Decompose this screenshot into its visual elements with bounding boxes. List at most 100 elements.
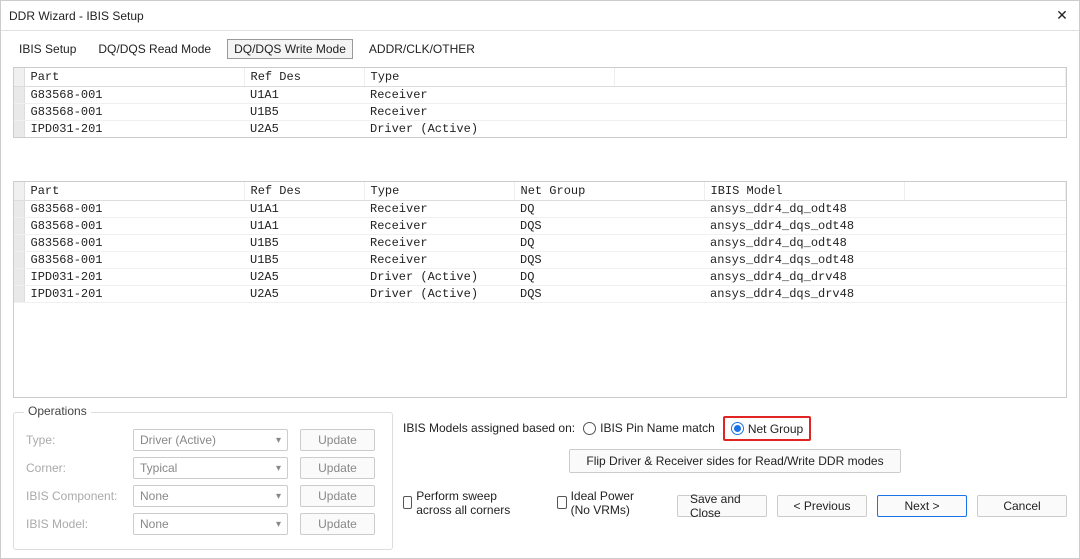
cell-netgroup: DQS <box>514 286 704 303</box>
cell-ibismodel: ansys_ddr4_dqs_odt48 <box>704 218 904 235</box>
combo-value: None <box>140 517 169 531</box>
cell-refdes: U1B5 <box>244 252 364 269</box>
cell-refdes: U2A5 <box>244 286 364 303</box>
table-row[interactable]: IPD031-201U2A5Driver (Active)DQansys_ddr… <box>14 269 1066 286</box>
col2-ibismodel[interactable]: IBIS Model <box>704 182 904 201</box>
ops-label: IBIS Component: <box>26 489 121 503</box>
col2-type[interactable]: Type <box>364 182 514 201</box>
table-row[interactable]: G83568-001U1A1Receiver <box>14 87 1066 104</box>
cancel-button[interactable]: Cancel <box>977 495 1067 517</box>
ops-combo-0[interactable]: Driver (Active) ▾ <box>133 429 288 451</box>
parts-summary-table[interactable]: Part Ref Des Type G83568-001U1A1Receiver… <box>13 67 1067 138</box>
table-row[interactable]: G83568-001U1A1ReceiverDQSansys_ddr4_dqs_… <box>14 218 1066 235</box>
operations-group: Operations Type:Driver (Active)▾UpdateCo… <box>13 412 393 550</box>
cell-ibismodel: ansys_ddr4_dqs_drv48 <box>704 286 904 303</box>
col2-part[interactable]: Part <box>24 182 244 201</box>
flip-driver-receiver-button[interactable]: Flip Driver & Receiver sides for Read/Wr… <box>569 449 900 473</box>
cell-refdes: U1A1 <box>244 87 364 104</box>
chevron-down-icon: ▾ <box>276 491 281 502</box>
operations-title: Operations <box>24 404 91 418</box>
combo-value: Driver (Active) <box>140 433 216 447</box>
cell-part: G83568-001 <box>24 252 244 269</box>
cell-type: Receiver <box>364 87 614 104</box>
cell-part: G83568-001 <box>24 104 244 121</box>
combo-value: None <box>140 489 169 503</box>
ops-label: Corner: <box>26 461 121 475</box>
tab-dqdqs-write[interactable]: DQ/DQS Write Mode <box>227 39 353 59</box>
tab-dqdqs-read[interactable]: DQ/DQS Read Mode <box>92 40 217 58</box>
tab-addr-clk-other[interactable]: ADDR/CLK/OTHER <box>363 40 481 58</box>
chevron-down-icon: ▾ <box>276 519 281 530</box>
cell-refdes: U2A5 <box>244 121 364 138</box>
cell-netgroup: DQ <box>514 269 704 286</box>
check-sweep-corners[interactable]: Perform sweep across all corners <box>403 489 533 517</box>
checkbox-icon <box>557 496 566 509</box>
table-row[interactable]: G83568-001U1B5ReceiverDQSansys_ddr4_dqs_… <box>14 252 1066 269</box>
ops-update-button-2[interactable]: Update <box>300 485 375 507</box>
cell-type: Driver (Active) <box>364 121 614 138</box>
cell-ibismodel: ansys_ddr4_dq_drv48 <box>704 269 904 286</box>
assign-label: IBIS Models assigned based on: <box>403 421 575 435</box>
cell-part: G83568-001 <box>24 218 244 235</box>
cell-type: Driver (Active) <box>364 286 514 303</box>
ops-combo-2[interactable]: None ▾ <box>133 485 288 507</box>
radio-net-group[interactable]: Net Group <box>731 422 803 436</box>
radio-dot-net <box>731 422 744 435</box>
previous-button[interactable]: < Previous <box>777 495 867 517</box>
chevron-down-icon: ▾ <box>276 463 281 474</box>
table-row[interactable]: IPD031-201U2A5Driver (Active) <box>14 121 1066 138</box>
table-row[interactable]: IPD031-201U2A5Driver (Active)DQSansys_dd… <box>14 286 1066 303</box>
combo-value: Typical <box>140 461 177 475</box>
cell-ibismodel: ansys_ddr4_dq_odt48 <box>704 235 904 252</box>
ops-update-button-0[interactable]: Update <box>300 429 375 451</box>
window-title: DDR Wizard - IBIS Setup <box>9 9 1053 23</box>
bottom-panel: Operations Type:Driver (Active)▾UpdateCo… <box>13 412 1067 550</box>
cell-netgroup: DQ <box>514 235 704 252</box>
close-icon[interactable]: ✕ <box>1053 7 1071 25</box>
col-part[interactable]: Part <box>24 68 244 87</box>
ops-update-button-1[interactable]: Update <box>300 457 375 479</box>
cell-refdes: U1A1 <box>244 218 364 235</box>
table-row[interactable]: G83568-001U1A1ReceiverDQansys_ddr4_dq_od… <box>14 201 1066 218</box>
cell-refdes: U1A1 <box>244 201 364 218</box>
col-refdes[interactable]: Ref Des <box>244 68 364 87</box>
cell-refdes: U1B5 <box>244 104 364 121</box>
cell-type: Receiver <box>364 218 514 235</box>
ops-combo-1[interactable]: Typical ▾ <box>133 457 288 479</box>
col-type[interactable]: Type <box>364 68 614 87</box>
table-row[interactable]: G83568-001U1B5ReceiverDQansys_ddr4_dq_od… <box>14 235 1066 252</box>
net-group-highlight: Net Group <box>723 416 811 441</box>
check-ideal-power[interactable]: Ideal Power (No VRMs) <box>557 489 653 517</box>
cell-ibismodel: ansys_ddr4_dq_odt48 <box>704 201 904 218</box>
cell-netgroup: DQS <box>514 218 704 235</box>
parts-detail-table[interactable]: Part Ref Des Type Net Group IBIS Model G… <box>13 181 1067 398</box>
save-and-close-button[interactable]: Save and Close <box>677 495 767 517</box>
titlebar: DDR Wizard - IBIS Setup ✕ <box>1 1 1079 31</box>
table-row[interactable]: G83568-001U1B5Receiver <box>14 104 1066 121</box>
ops-label: IBIS Model: <box>26 517 121 531</box>
cell-type: Receiver <box>364 235 514 252</box>
tab-ibis-setup[interactable]: IBIS Setup <box>13 40 82 58</box>
ops-combo-3[interactable]: None ▾ <box>133 513 288 535</box>
cell-type: Receiver <box>364 201 514 218</box>
cell-netgroup: DQS <box>514 252 704 269</box>
next-button[interactable]: Next > <box>877 495 967 517</box>
assign-row: IBIS Models assigned based on: IBIS Pin … <box>403 416 1067 441</box>
right-panel: IBIS Models assigned based on: IBIS Pin … <box>403 412 1067 517</box>
ops-update-button-3[interactable]: Update <box>300 513 375 535</box>
cell-part: IPD031-201 <box>24 269 244 286</box>
cell-refdes: U2A5 <box>244 269 364 286</box>
col2-refdes[interactable]: Ref Des <box>244 182 364 201</box>
cell-netgroup: DQ <box>514 201 704 218</box>
cell-part: G83568-001 <box>24 87 244 104</box>
cell-refdes: U1B5 <box>244 235 364 252</box>
col2-netgroup[interactable]: Net Group <box>514 182 704 201</box>
tab-strip: IBIS Setup DQ/DQS Read Mode DQ/DQS Write… <box>13 39 1067 59</box>
ddr-wizard-window: DDR Wizard - IBIS Setup ✕ IBIS Setup DQ/… <box>0 0 1080 559</box>
radio-dot-pin <box>583 422 596 435</box>
cell-type: Driver (Active) <box>364 269 514 286</box>
chevron-down-icon: ▾ <box>276 435 281 446</box>
cell-part: IPD031-201 <box>24 121 244 138</box>
radio-pin-name[interactable]: IBIS Pin Name match <box>583 421 715 435</box>
cell-type: Receiver <box>364 104 614 121</box>
